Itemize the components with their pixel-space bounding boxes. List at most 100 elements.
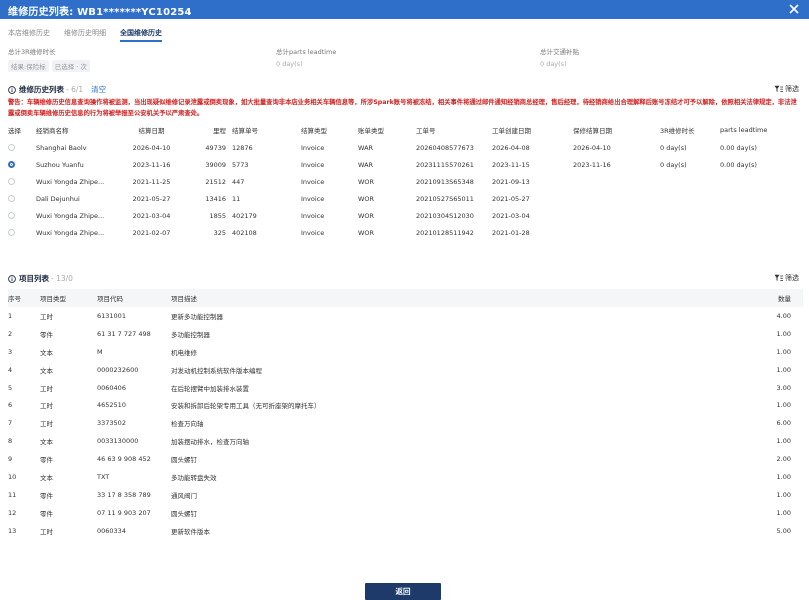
tab-national-history[interactable]: 全国维修历史	[120, 28, 162, 42]
select-cell	[8, 190, 36, 207]
history-cell	[660, 190, 720, 207]
history-cell	[720, 190, 803, 207]
col-header[interactable]: 结算单号	[232, 121, 301, 139]
history-header-row: 选择 经销商名称 结算日期 里程 结算单号 结算类型 账单类型 工单号 工单创建…	[8, 121, 803, 139]
history-cell: WAR	[358, 160, 374, 169]
col-header[interactable]: 保修结算日期	[573, 121, 660, 139]
item-cell: 通风阀门	[171, 491, 197, 500]
select-cell	[8, 156, 36, 173]
history-cell: WOR	[358, 194, 375, 203]
filter-pill[interactable]: 结果:保险标	[8, 60, 49, 72]
history-cell: 0.00 day(s)	[720, 143, 757, 152]
col-header[interactable]: 工单创建日期	[492, 121, 573, 139]
history-cell: 2021-09-13	[492, 177, 530, 186]
kpi-value: 0 day(s)	[276, 60, 303, 68]
item-cell: 2	[8, 329, 13, 338]
col-header[interactable]: 3R维修时长	[660, 121, 720, 139]
history-cell: 11	[232, 194, 241, 203]
history-cell: 20231115570261	[416, 160, 474, 169]
item-row: 10 文本 TXT 多功能转盘失效 1.00	[8, 468, 803, 486]
history-cell: 20210913S65348	[416, 177, 474, 186]
row-select-radio[interactable]	[8, 161, 15, 168]
col-header[interactable]: 工单号	[416, 121, 492, 139]
history-cell	[720, 207, 803, 224]
history-row[interactable]: Wuxi Yongda Zhipe... 2021-03-04 1855 402179…	[8, 207, 803, 224]
history-cell: WOR	[358, 211, 375, 220]
history-cell	[660, 207, 720, 224]
items-filter-button[interactable]: 筛选	[774, 273, 799, 283]
item-cell: 工时	[40, 527, 53, 536]
item-row: 11 零件 33 17 8 358 789 通风阀门 1.00	[8, 486, 803, 504]
history-cell	[720, 224, 803, 241]
item-cell: 更新多功能控制器	[171, 312, 223, 321]
row-select-radio[interactable]	[8, 195, 15, 202]
col-header[interactable]: 里程	[189, 121, 232, 139]
history-cell	[660, 224, 720, 241]
col-header[interactable]: 结算日期	[114, 121, 189, 139]
select-cell	[8, 139, 36, 156]
item-cell: 机电维修	[171, 348, 197, 357]
history-cell: 20210304S12030	[416, 211, 474, 220]
row-select-radio[interactable]	[8, 229, 15, 236]
kpi-pills: 结果:保险标 已选择 · 次	[8, 60, 93, 72]
history-row[interactable]: Dali Dejunhui 2021-05-27 13416 11 Invoice WOR…	[8, 190, 803, 207]
col-header[interactable]: parts leadtime	[720, 121, 803, 139]
history-row[interactable]: Wuxi Yongda Zhipe... 2021-11-25 21512 447 In…	[8, 173, 803, 190]
back-button[interactable]: 返回	[365, 583, 441, 600]
tab-local-history[interactable]: 本店维修历史	[8, 28, 50, 42]
item-row: 3 文本 M 机电维修 1.00	[8, 343, 803, 361]
clear-button[interactable]: 清空	[91, 84, 106, 95]
row-select-radio[interactable]	[8, 178, 15, 185]
item-cell: 5	[8, 383, 13, 392]
window-titlebar: 维修历史列表: WB1*******YC10254	[0, 0, 809, 19]
history-cell: 2021-03-04	[132, 211, 171, 220]
row-select-radio[interactable]	[8, 212, 15, 219]
items-count: - 13/0	[51, 274, 73, 283]
history-cell: 447	[232, 177, 245, 186]
history-cell: 13416	[205, 194, 226, 203]
history-cell: Invoice	[301, 194, 325, 203]
item-row: 13 工时 0060334 更新软件版本 5.00	[8, 522, 803, 540]
item-row: 4 文本 0000232600 对发动机控制系统软件版本编程 1.00	[8, 361, 803, 379]
history-filter-button[interactable]: 筛选	[774, 84, 799, 94]
history-row[interactable]: Wuxi Yongda Zhipe... 2021-02-07 325 402108 I…	[8, 224, 803, 241]
history-cell: 2026-04-08	[492, 143, 530, 152]
item-row: 8 文本 0033130000 加装摆动排水，检查万向轴 1.00	[8, 432, 803, 450]
col-header[interactable]: 经销商名称	[36, 121, 114, 139]
col-header[interactable]: 账单类型	[358, 121, 416, 139]
item-row: 5 工时 0060406 在后轮摆臂中加装排水装置 3.00	[8, 379, 803, 397]
history-cell: WOR	[358, 177, 375, 186]
history-cell: WOR	[358, 228, 375, 237]
item-cell: 3	[8, 347, 13, 356]
col-header: 项目代码	[97, 295, 123, 303]
item-cell: M	[97, 347, 103, 356]
item-cell: 7	[8, 419, 13, 428]
history-cell: Invoice	[301, 143, 325, 152]
history-row[interactable]: Shanghai Baolv 2026-04-10 49739 12876 Invoic…	[8, 139, 803, 156]
item-cell: 3.00	[776, 383, 791, 392]
history-title: 维修历史列表	[19, 85, 64, 94]
item-cell: 加装摆动排水，检查万向轴	[171, 438, 249, 447]
col-header: 数量	[778, 295, 791, 303]
filter-pill[interactable]: 已选择 · 次	[51, 60, 90, 72]
history-cell: 5773	[232, 160, 249, 169]
history-cell: Wuxi Yongda Zhipe...	[36, 228, 105, 237]
item-cell: 10	[8, 472, 17, 481]
items-table: 序号 项目类型 项目代码 项目描述 数量 1 工时 6131001 更新多功能控制器 4…	[8, 289, 803, 540]
history-row[interactable]: Suzhou Yuanfu 2023-11-16 39009 5773 Invoice W…	[8, 156, 803, 173]
history-cell: 49739	[205, 143, 226, 152]
row-select-radio[interactable]	[8, 144, 15, 151]
filter-label: 筛选	[785, 274, 799, 282]
item-cell: 多功能控制器	[171, 330, 210, 339]
history-cell: Wuxi Yongda Zhipe...	[36, 177, 105, 186]
col-header[interactable]: 结算类型	[301, 121, 358, 139]
history-cell: 2021-11-25	[132, 177, 171, 186]
item-cell: 1.00	[776, 490, 791, 499]
item-cell: 工时	[40, 402, 53, 411]
item-cell: 1.00	[776, 508, 791, 517]
close-icon[interactable]	[787, 2, 801, 16]
history-cell: 39009	[205, 160, 226, 169]
kpi-3r-repair-time: 总计3R维修时长 结果:保险标 已选择 · 次	[8, 46, 90, 72]
history-cell: WAR	[358, 143, 374, 152]
tab-history-detail[interactable]: 维修历史明细	[64, 28, 106, 42]
